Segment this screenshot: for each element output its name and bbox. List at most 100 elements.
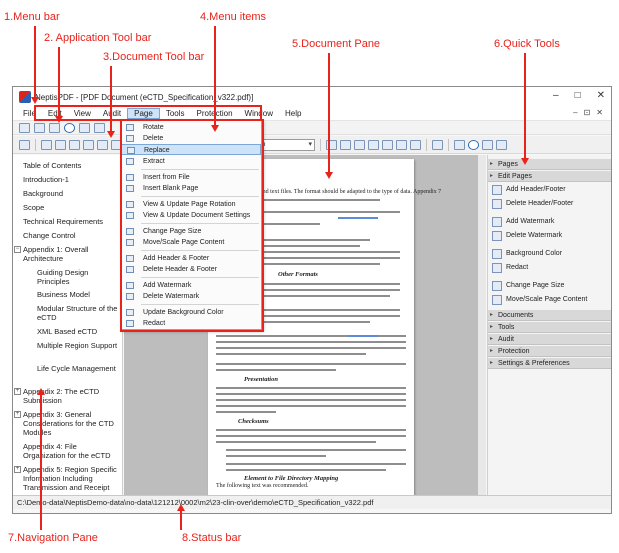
- callout-line: [214, 26, 216, 126]
- replace-page-icon[interactable]: [368, 139, 379, 150]
- text-line: [260, 223, 320, 225]
- nav-item[interactable]: Table of Contents: [23, 161, 121, 170]
- menu-items-highlight: [120, 119, 264, 332]
- doc-close-button[interactable]: ✕: [596, 108, 603, 117]
- qt-section-documents[interactable]: Documents: [488, 310, 611, 321]
- qt-move-scale-content[interactable]: Move/Scale Page Content: [506, 296, 587, 304]
- nav-item[interactable]: Multiple Region Support: [37, 341, 121, 350]
- open-icon[interactable]: [19, 122, 30, 133]
- callout-quick-tools: 6.Quick Tools: [494, 38, 560, 50]
- callout-arrow: [37, 388, 45, 395]
- window-title: NeptisPDF - [PDF Document (eCTD_Specific…: [35, 92, 254, 102]
- text-line: [216, 435, 406, 437]
- print-icon[interactable]: [49, 122, 60, 133]
- nav-item[interactable]: Life Cycle Management: [37, 364, 121, 373]
- nav-item[interactable]: Change Control: [23, 231, 121, 240]
- nav-item[interactable]: Scope: [23, 203, 121, 212]
- maximize-button[interactable]: □: [575, 90, 581, 101]
- nav-item[interactable]: Business Model: [37, 290, 121, 299]
- qt-section-edit-pages[interactable]: Edit Pages: [488, 171, 611, 182]
- tools-icon[interactable]: [496, 139, 507, 150]
- menu-help[interactable]: Help: [279, 109, 307, 118]
- qt-background-color[interactable]: Background Color: [506, 250, 562, 258]
- expand-icon[interactable]: +: [14, 411, 21, 418]
- text-line: [216, 353, 366, 355]
- close-button[interactable]: ✕: [597, 90, 605, 101]
- qt-section-audit[interactable]: Audit: [488, 334, 611, 345]
- callout-arrow: [107, 131, 115, 138]
- delete-header-footer-icon: [492, 199, 502, 209]
- vertical-scrollbar[interactable]: [478, 155, 486, 495]
- title-bar[interactable]: NeptisPDF - [PDF Document (eCTD_Specific…: [13, 87, 611, 107]
- text-link[interactable]: [348, 335, 378, 337]
- qt-section-settings[interactable]: Settings & Preferences: [488, 358, 611, 369]
- callout-line: [328, 53, 330, 173]
- qt-delete-header-footer[interactable]: Delete Header/Footer: [506, 200, 573, 208]
- callout-line: [58, 47, 60, 117]
- collapse-icon[interactable]: −: [14, 246, 21, 253]
- doc-minimize-button[interactable]: –: [573, 108, 577, 117]
- text-link[interactable]: [338, 217, 378, 219]
- delete-page-icon[interactable]: [354, 139, 365, 150]
- settings-icon[interactable]: [94, 122, 105, 133]
- nav-item[interactable]: Technical Requirements: [23, 217, 121, 226]
- spellcheck-icon[interactable]: [454, 139, 465, 150]
- move-scale-icon: [492, 295, 502, 305]
- text-line: [260, 289, 400, 291]
- qt-section-tools[interactable]: Tools: [488, 322, 611, 333]
- nav-item[interactable]: Appendix 1: Overall Architecture: [23, 245, 121, 263]
- qt-change-page-size[interactable]: Change Page Size: [506, 282, 564, 290]
- qt-delete-watermark[interactable]: Delete Watermark: [506, 232, 562, 240]
- email-icon[interactable]: [79, 122, 90, 133]
- fit-width-icon[interactable]: [97, 139, 108, 150]
- text-line: [216, 405, 406, 407]
- qt-redact[interactable]: Redact: [506, 264, 528, 272]
- nav-item[interactable]: Appendix 5: Region Specific Information …: [23, 465, 121, 492]
- nav-item[interactable]: Appendix 3: General Considerations for t…: [23, 410, 121, 437]
- text-line: [260, 239, 370, 241]
- text-line: [260, 263, 380, 265]
- audit-icon[interactable]: [64, 122, 75, 133]
- sidebar-toggle-icon[interactable]: [19, 139, 30, 150]
- qt-add-watermark[interactable]: Add Watermark: [506, 218, 554, 226]
- split-icon[interactable]: [382, 139, 393, 150]
- qt-section-pages[interactable]: Pages: [488, 159, 611, 170]
- text-line: [226, 463, 406, 465]
- bookmark-icon[interactable]: [468, 139, 479, 150]
- callout-doc-toolbar: 3.Document Tool bar: [103, 51, 205, 63]
- text-line: [216, 363, 406, 365]
- text-line: [226, 469, 386, 471]
- crop-icon[interactable]: [410, 139, 421, 150]
- prev-page-icon[interactable]: [55, 139, 66, 150]
- text-line: [216, 387, 406, 389]
- toolbar-separator: [35, 138, 36, 151]
- nav-item[interactable]: Appendix 4: File Organization for the eC…: [23, 442, 121, 460]
- qt-section-protection[interactable]: Protection: [488, 346, 611, 357]
- save-icon[interactable]: [34, 122, 45, 133]
- callout-doc-pane: 5.Document Pane: [292, 38, 381, 50]
- first-page-icon[interactable]: [41, 139, 52, 150]
- merge-icon[interactable]: [396, 139, 407, 150]
- qt-add-header-footer[interactable]: Add Header/Footer: [506, 186, 566, 194]
- callout-status-bar: 8.Status bar: [182, 532, 242, 544]
- nav-item[interactable]: Modular Structure of the eCTD: [37, 304, 121, 322]
- extract-page-icon[interactable]: [340, 139, 351, 150]
- text-line: [216, 369, 336, 371]
- minimize-button[interactable]: –: [553, 90, 559, 101]
- list-icon[interactable]: [432, 139, 443, 150]
- nav-item[interactable]: Guiding Design Principles: [37, 268, 121, 286]
- link-icon[interactable]: [482, 139, 493, 150]
- text-line: [260, 211, 400, 213]
- last-page-icon[interactable]: [83, 139, 94, 150]
- expand-icon[interactable]: +: [14, 388, 21, 395]
- background-color-icon: [492, 249, 502, 259]
- nav-item[interactable]: Background: [23, 189, 121, 198]
- text-line: [216, 347, 406, 349]
- nav-item[interactable]: XML Based eCTD: [37, 327, 121, 336]
- next-page-icon[interactable]: [69, 139, 80, 150]
- doc-restore-button[interactable]: ⊡: [584, 108, 591, 117]
- page-heading: Checksums: [238, 418, 269, 425]
- nav-item[interactable]: Introduction-1: [23, 175, 121, 184]
- application-window: NeptisPDF - [PDF Document (eCTD_Specific…: [12, 86, 612, 514]
- expand-icon[interactable]: +: [14, 466, 21, 473]
